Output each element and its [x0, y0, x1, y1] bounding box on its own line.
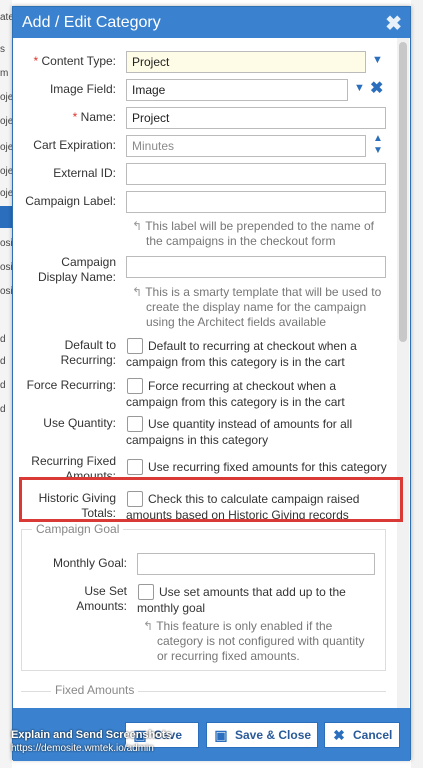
save-and-close-button[interactable]: ▣ Save & Close	[206, 722, 318, 748]
recurring-fixed-amounts-text: Use recurring fixed amounts for this cat…	[148, 460, 387, 474]
cancel-button[interactable]: ✖ Cancel	[324, 722, 400, 748]
force-recurring-checkbox[interactable]	[127, 378, 143, 394]
campaign-display-name-hint: ↰ This is a smarty template that will be…	[132, 285, 381, 300]
content-type-select[interactable]: Project	[126, 51, 366, 73]
name-label-text: Name:	[80, 110, 116, 124]
image-field-dropdown-icon[interactable]: ▼	[354, 82, 365, 94]
content-type-label: * Content Type:	[13, 54, 116, 69]
use-set-amounts-label-line2: Amounts:	[76, 599, 127, 613]
background-row: d	[0, 334, 6, 345]
background-row: s	[0, 44, 5, 55]
background-row: d	[0, 404, 6, 415]
required-mark: *	[72, 110, 78, 124]
background-row: ojec	[0, 188, 12, 199]
save-and-close-button-label: Save & Close	[235, 728, 312, 742]
return-arrow-icon: ↰	[132, 219, 143, 233]
use-quantity-label: Use Quantity:	[43, 416, 116, 430]
scrollbar-thumb[interactable]	[399, 42, 407, 342]
use-set-amounts-hint-line: This feature is only enabled if the	[156, 619, 333, 633]
name-input[interactable]: Project	[126, 107, 386, 129]
background-row: osic	[0, 286, 12, 297]
image-field-select[interactable]: Image	[126, 79, 348, 101]
image-field-clear-icon[interactable]: ✖	[370, 78, 383, 98]
external-id-input[interactable]	[126, 163, 386, 185]
close-icon: ✖	[333, 727, 345, 743]
default-to-recurring-text-line1: Default to recurring at checkout when a	[148, 339, 357, 353]
monthly-goal-label: Monthly Goal:	[52, 556, 127, 570]
use-set-amounts-text-line1: Use set amounts that add up to the	[159, 585, 346, 599]
campaign-display-name-hint-line3: using the Architect fields available	[146, 315, 327, 329]
cart-expiration-input[interactable]: Minutes	[126, 135, 366, 157]
dialog-scrollbar[interactable]	[397, 38, 409, 708]
use-set-amounts-label: Use Set Amounts:	[13, 584, 127, 614]
recurring-fixed-amounts-checkbox[interactable]	[127, 459, 143, 475]
fixed-amounts-legend: Fixed Amounts	[51, 683, 139, 697]
default-to-recurring-text-line2: campaign from this category is in the ca…	[126, 355, 345, 369]
campaign-label-hint-line2: the campaigns in the checkout form	[146, 234, 336, 248]
screenshot-caption: Explain and Send Screenshots	[11, 729, 172, 741]
campaign-label-hint: ↰ This label will be prepended to the na…	[132, 219, 374, 234]
campaign-display-name-hint-line: This is a smarty template that will be u…	[145, 285, 382, 299]
campaign-display-name-hint-line2: create the display name for the campaign	[146, 300, 367, 314]
add-edit-category-dialog: Add / Edit Category ✖ * Content Type: Pr…	[12, 6, 411, 761]
floppy-disk-icon: ▣	[214, 727, 228, 743]
external-id-label: External ID:	[53, 166, 116, 180]
background-row: osic	[0, 262, 12, 273]
recurring-fixed-amounts-label-line1: Recurring Fixed	[31, 454, 116, 468]
use-quantity-checkbox[interactable]	[127, 416, 143, 432]
use-set-amounts-hint-line2: category is not configured with quantity	[157, 634, 365, 648]
background-row: m	[0, 68, 9, 79]
cart-expiration-down-icon[interactable]: ▼	[371, 146, 385, 156]
use-set-amounts-hint-line3: or recurring fixed amounts.	[157, 649, 300, 663]
background-page-right	[411, 0, 423, 768]
background-row: d	[0, 380, 6, 391]
campaign-goal-legend: Campaign Goal	[32, 522, 124, 536]
campaign-display-name-label: Campaign Display Name:	[13, 255, 116, 285]
use-set-amounts-label-line1: Use Set	[84, 584, 127, 598]
name-label: * Name:	[13, 110, 116, 125]
dialog-content: * Content Type: Project ▼ Image Field: I…	[13, 38, 398, 708]
use-set-amounts-text-line2: monthly goal	[137, 601, 206, 615]
use-set-amounts-checkbox[interactable]	[138, 584, 154, 600]
force-recurring-text-line1: Force recurring at checkout when a	[148, 379, 337, 393]
background-row: osic	[0, 238, 12, 249]
image-field-label: Image Field:	[49, 82, 116, 96]
campaign-display-name-label-line2: Display Name:	[37, 270, 116, 284]
background-row: d	[0, 356, 6, 367]
monthly-goal-input[interactable]	[137, 553, 375, 575]
background-row: ojec	[0, 142, 12, 153]
use-quantity-text-line1: Use quantity instead of amounts for all	[148, 417, 353, 431]
campaign-display-name-label-line1: Campaign	[61, 255, 116, 269]
background-row: ojec	[0, 166, 12, 177]
use-set-amounts-hint: ↰ This feature is only enabled if the	[143, 619, 332, 634]
force-recurring-text-line2: campaign from this category is in the ca…	[126, 395, 345, 409]
use-quantity-text-line2: campaigns in this category	[126, 433, 269, 447]
return-arrow-icon: ↰	[132, 285, 143, 299]
dialog-title: Add / Edit Category	[22, 14, 161, 31]
default-to-recurring-label-line2: Recurring:	[60, 353, 116, 367]
close-icon[interactable]: ✖	[385, 11, 402, 36]
required-mark: *	[33, 54, 39, 68]
campaign-display-name-input[interactable]	[126, 256, 386, 278]
default-to-recurring-label: Default to Recurring:	[13, 338, 116, 368]
background-row: ojec	[0, 92, 12, 103]
content-type-label-text: Content Type:	[41, 54, 117, 68]
cart-expiration-up-icon[interactable]: ▲	[371, 134, 385, 144]
cart-expiration-label: Cart Expiration:	[33, 138, 116, 152]
default-to-recurring-label-line1: Default to	[64, 338, 116, 352]
campaign-label-hint-line: This label will be prepended to the name…	[145, 219, 374, 233]
highlight-box	[19, 477, 403, 522]
force-recurring-label: Force Recurring:	[26, 378, 116, 392]
background-row: ojec	[0, 116, 12, 127]
default-to-recurring-checkbox[interactable]	[127, 338, 143, 354]
content-type-dropdown-icon[interactable]: ▼	[372, 54, 383, 66]
campaign-label-input[interactable]	[126, 191, 386, 213]
cancel-button-label: Cancel	[353, 728, 393, 742]
dialog-titlebar[interactable]: Add / Edit Category ✖	[13, 7, 410, 38]
screenshot-url: https://demosite.wmtek.io/admin	[11, 743, 154, 754]
background-selected-row	[0, 206, 12, 228]
background-row: ate	[0, 12, 12, 23]
return-arrow-icon: ↰	[143, 619, 154, 633]
campaign-label-label: Campaign Label:	[25, 194, 116, 208]
